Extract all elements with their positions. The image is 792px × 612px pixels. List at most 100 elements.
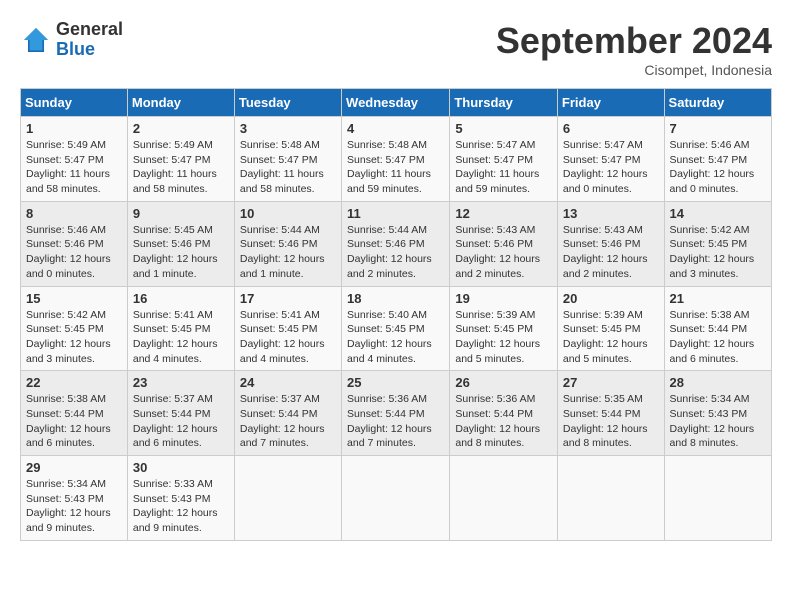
day-detail: Sunrise: 5:36 AM Sunset: 5:44 PM Dayligh… (455, 392, 552, 451)
week-row-2: 8 Sunrise: 5:46 AM Sunset: 5:46 PM Daylig… (21, 201, 772, 286)
day-number: 8 (26, 206, 122, 221)
day-cell (234, 456, 341, 541)
day-cell: 30 Sunrise: 5:33 AM Sunset: 5:43 PM Dayli… (127, 456, 234, 541)
day-detail: Sunrise: 5:39 AM Sunset: 5:45 PM Dayligh… (455, 308, 552, 367)
day-detail: Sunrise: 5:38 AM Sunset: 5:44 PM Dayligh… (670, 308, 766, 367)
day-cell: 5 Sunrise: 5:47 AM Sunset: 5:47 PM Daylig… (450, 117, 558, 202)
day-cell: 14Sunrise: 5:42 AM Sunset: 5:45 PM Dayli… (664, 201, 771, 286)
day-detail: Sunrise: 5:46 AM Sunset: 5:46 PM Dayligh… (26, 223, 122, 282)
day-number: 12 (455, 206, 552, 221)
day-cell: 3 Sunrise: 5:48 AM Sunset: 5:47 PM Daylig… (234, 117, 341, 202)
logo-text: General Blue (56, 20, 123, 60)
col-header-friday: Friday (557, 89, 664, 117)
day-number: 26 (455, 375, 552, 390)
day-cell: 29 Sunrise: 5:34 AM Sunset: 5:43 PM Dayli… (21, 456, 128, 541)
day-number: 7 (670, 121, 766, 136)
day-number: 18 (347, 291, 444, 306)
day-number: 14 (670, 206, 766, 221)
day-detail: Sunrise: 5:38 AM Sunset: 5:44 PM Dayligh… (26, 392, 122, 451)
day-detail: Sunrise: 5:34 AM Sunset: 5:43 PM Dayligh… (26, 477, 122, 536)
col-header-tuesday: Tuesday (234, 89, 341, 117)
day-cell: 9 Sunrise: 5:45 AM Sunset: 5:46 PM Daylig… (127, 201, 234, 286)
day-number: 2 (133, 121, 229, 136)
day-cell: 6 Sunrise: 5:47 AM Sunset: 5:47 PM Daylig… (557, 117, 664, 202)
day-number: 4 (347, 121, 444, 136)
day-number: 3 (240, 121, 336, 136)
day-number: 29 (26, 460, 122, 475)
day-detail: Sunrise: 5:41 AM Sunset: 5:45 PM Dayligh… (240, 308, 336, 367)
day-cell: 12 Sunrise: 5:43 AM Sunset: 5:46 PM Dayli… (450, 201, 558, 286)
day-detail: Sunrise: 5:35 AM Sunset: 5:44 PM Dayligh… (563, 392, 659, 451)
day-number: 10 (240, 206, 336, 221)
day-detail: Sunrise: 5:43 AM Sunset: 5:46 PM Dayligh… (455, 223, 552, 282)
col-header-thursday: Thursday (450, 89, 558, 117)
logo: General Blue (20, 20, 123, 60)
location-subtitle: Cisompet, Indonesia (496, 62, 772, 78)
day-number: 19 (455, 291, 552, 306)
day-number: 6 (563, 121, 659, 136)
day-number: 30 (133, 460, 229, 475)
week-row-3: 15 Sunrise: 5:42 AM Sunset: 5:45 PM Dayli… (21, 286, 772, 371)
day-detail: Sunrise: 5:46 AM Sunset: 5:47 PM Dayligh… (670, 138, 766, 197)
day-cell: 22 Sunrise: 5:38 AM Sunset: 5:44 PM Dayli… (21, 371, 128, 456)
day-number: 21 (670, 291, 766, 306)
day-detail: Sunrise: 5:49 AM Sunset: 5:47 PM Dayligh… (133, 138, 229, 197)
day-cell: 10 Sunrise: 5:44 AM Sunset: 5:46 PM Dayli… (234, 201, 341, 286)
day-cell: 20 Sunrise: 5:39 AM Sunset: 5:45 PM Dayli… (557, 286, 664, 371)
col-header-wednesday: Wednesday (342, 89, 450, 117)
day-cell: 17 Sunrise: 5:41 AM Sunset: 5:45 PM Dayli… (234, 286, 341, 371)
day-number: 25 (347, 375, 444, 390)
day-number: 16 (133, 291, 229, 306)
day-detail: Sunrise: 5:44 AM Sunset: 5:46 PM Dayligh… (240, 223, 336, 282)
title-block: September 2024 Cisompet, Indonesia (496, 20, 772, 78)
day-detail: Sunrise: 5:33 AM Sunset: 5:43 PM Dayligh… (133, 477, 229, 536)
day-number: 20 (563, 291, 659, 306)
day-cell: 11Sunrise: 5:44 AM Sunset: 5:46 PM Dayli… (342, 201, 450, 286)
week-row-1: 1 Sunrise: 5:49 AM Sunset: 5:47 PM Daylig… (21, 117, 772, 202)
month-title: September 2024 (496, 20, 772, 62)
day-detail: Sunrise: 5:43 AM Sunset: 5:46 PM Dayligh… (563, 223, 659, 282)
day-cell: 15 Sunrise: 5:42 AM Sunset: 5:45 PM Dayli… (21, 286, 128, 371)
day-cell (664, 456, 771, 541)
day-cell: 16Sunrise: 5:41 AM Sunset: 5:45 PM Dayli… (127, 286, 234, 371)
day-cell: 19 Sunrise: 5:39 AM Sunset: 5:45 PM Dayli… (450, 286, 558, 371)
day-detail: Sunrise: 5:48 AM Sunset: 5:47 PM Dayligh… (240, 138, 336, 197)
day-detail: Sunrise: 5:48 AM Sunset: 5:47 PM Dayligh… (347, 138, 444, 197)
day-number: 22 (26, 375, 122, 390)
day-number: 27 (563, 375, 659, 390)
day-cell: 13Sunrise: 5:43 AM Sunset: 5:46 PM Dayli… (557, 201, 664, 286)
col-header-sunday: Sunday (21, 89, 128, 117)
day-detail: Sunrise: 5:39 AM Sunset: 5:45 PM Dayligh… (563, 308, 659, 367)
day-detail: Sunrise: 5:45 AM Sunset: 5:46 PM Dayligh… (133, 223, 229, 282)
day-number: 24 (240, 375, 336, 390)
day-cell: 21 Sunrise: 5:38 AM Sunset: 5:44 PM Dayli… (664, 286, 771, 371)
day-cell: 26 Sunrise: 5:36 AM Sunset: 5:44 PM Dayli… (450, 371, 558, 456)
day-detail: Sunrise: 5:49 AM Sunset: 5:47 PM Dayligh… (26, 138, 122, 197)
day-detail: Sunrise: 5:42 AM Sunset: 5:45 PM Dayligh… (26, 308, 122, 367)
day-cell: 8 Sunrise: 5:46 AM Sunset: 5:46 PM Daylig… (21, 201, 128, 286)
col-header-saturday: Saturday (664, 89, 771, 117)
day-cell: 28 Sunrise: 5:34 AM Sunset: 5:43 PM Dayli… (664, 371, 771, 456)
day-cell (342, 456, 450, 541)
day-detail: Sunrise: 5:37 AM Sunset: 5:44 PM Dayligh… (240, 392, 336, 451)
day-detail: Sunrise: 5:34 AM Sunset: 5:43 PM Dayligh… (670, 392, 766, 451)
logo-icon (20, 24, 52, 56)
day-cell: 23 Sunrise: 5:37 AM Sunset: 5:44 PM Dayli… (127, 371, 234, 456)
header-row: SundayMondayTuesdayWednesdayThursdayFrid… (21, 89, 772, 117)
day-detail: Sunrise: 5:37 AM Sunset: 5:44 PM Dayligh… (133, 392, 229, 451)
day-cell: 27 Sunrise: 5:35 AM Sunset: 5:44 PM Dayli… (557, 371, 664, 456)
day-number: 5 (455, 121, 552, 136)
day-detail: Sunrise: 5:40 AM Sunset: 5:45 PM Dayligh… (347, 308, 444, 367)
day-detail: Sunrise: 5:47 AM Sunset: 5:47 PM Dayligh… (563, 138, 659, 197)
day-number: 1 (26, 121, 122, 136)
week-row-5: 29 Sunrise: 5:34 AM Sunset: 5:43 PM Dayli… (21, 456, 772, 541)
day-cell: 1 Sunrise: 5:49 AM Sunset: 5:47 PM Daylig… (21, 117, 128, 202)
day-detail: Sunrise: 5:47 AM Sunset: 5:47 PM Dayligh… (455, 138, 552, 197)
day-number: 28 (670, 375, 766, 390)
day-cell: 25Sunrise: 5:36 AM Sunset: 5:44 PM Dayli… (342, 371, 450, 456)
day-number: 9 (133, 206, 229, 221)
day-number: 15 (26, 291, 122, 306)
day-cell: 24 Sunrise: 5:37 AM Sunset: 5:44 PM Dayli… (234, 371, 341, 456)
day-number: 17 (240, 291, 336, 306)
day-number: 23 (133, 375, 229, 390)
